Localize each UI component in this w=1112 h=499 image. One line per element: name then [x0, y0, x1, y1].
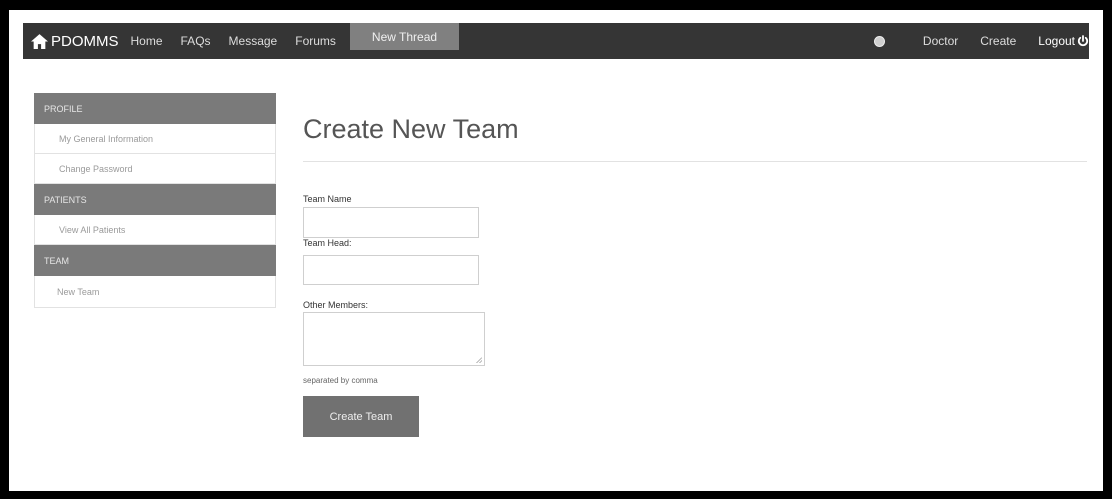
other-members-label: Other Members:: [303, 300, 369, 310]
sidebar-heading-patients: PATIENTS: [34, 184, 276, 215]
sidebar-item-change-password[interactable]: Change Password: [34, 154, 276, 184]
sidebar: PROFILE My General Information Change Pa…: [34, 93, 276, 308]
other-members-textarea[interactable]: [303, 312, 485, 366]
nav-message[interactable]: Message: [229, 23, 278, 59]
team-name-label: Team Name: [303, 194, 352, 204]
nav-home[interactable]: Home: [131, 23, 163, 59]
other-members-hint: separated by comma: [303, 376, 378, 385]
team-head-label: Team Head:: [303, 238, 352, 248]
brand-link[interactable]: PDOMMS: [31, 23, 119, 59]
team-head-input[interactable]: [303, 255, 479, 285]
main-content: Create New Team Team Name Team Head: Oth…: [303, 90, 1087, 437]
page-title: Create New Team: [303, 114, 519, 144]
resize-handle-icon[interactable]: [476, 357, 482, 363]
sidebar-item-general-information[interactable]: My General Information: [34, 124, 276, 154]
sidebar-heading-team: TEAM: [34, 245, 276, 276]
title-divider: [303, 161, 1087, 162]
nav-forums[interactable]: Forums: [295, 23, 336, 59]
nav-create[interactable]: Create: [980, 23, 1016, 59]
sidebar-heading-profile: PROFILE: [34, 93, 276, 124]
nav-doctor[interactable]: Doctor: [923, 23, 958, 59]
top-navbar: PDOMMS Home FAQs Message Forums New Thre…: [23, 23, 1089, 59]
window: PDOMMS Home FAQs Message Forums New Thre…: [9, 10, 1103, 491]
logout-label: Logout: [1038, 34, 1075, 48]
home-icon: [31, 33, 48, 49]
globe-icon[interactable]: [873, 35, 885, 47]
sidebar-item-new-team[interactable]: New Team: [34, 276, 276, 308]
sidebar-item-view-all-patients[interactable]: View All Patients: [34, 215, 276, 245]
team-name-input[interactable]: [303, 207, 479, 238]
create-team-button[interactable]: Create Team: [303, 396, 419, 437]
nav-logout[interactable]: Logout: [1038, 23, 1089, 59]
brand-name: PDOMMS: [51, 32, 119, 50]
nav-new-thread[interactable]: New Thread: [349, 23, 460, 50]
power-icon: [1077, 35, 1089, 47]
nav-faqs[interactable]: FAQs: [181, 23, 211, 59]
